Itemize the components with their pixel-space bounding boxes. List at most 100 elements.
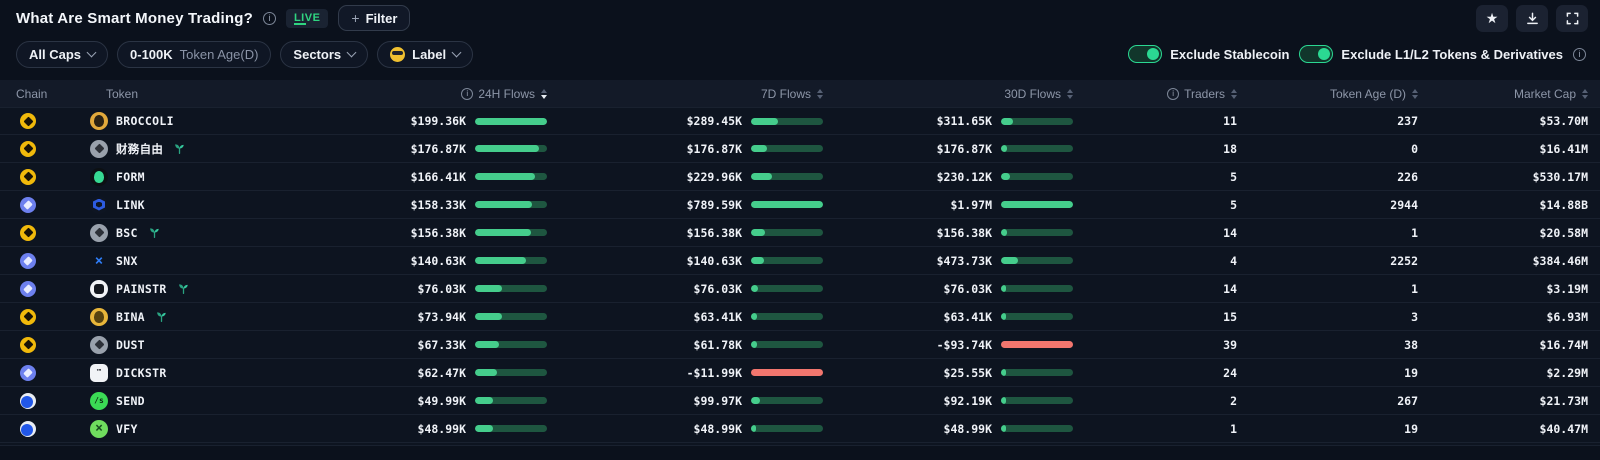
token-name: LINK (116, 198, 145, 212)
fullscreen-button[interactable] (1556, 5, 1588, 32)
token-age-filter-chip[interactable]: 0-100K Token Age(D) (117, 41, 271, 68)
table-row[interactable]: /sSEND$49.99K$99.97K$92.19K2267$21.73M (0, 387, 1600, 415)
table-row[interactable]: BROCCOLI$199.36K$289.45K$311.65K11237$53… (0, 107, 1600, 135)
exclude-l1l2-label: Exclude L1/L2 Tokens & Derivatives (1341, 47, 1563, 62)
smart-money-table: Chain Token i 24H Flows 7D Flows 30D Flo… (0, 80, 1600, 446)
favorite-button[interactable]: ★ (1476, 5, 1508, 32)
token-name: 财務自由 (116, 141, 163, 157)
token-cell[interactable]: ×SNX (90, 252, 360, 270)
token-icon: × (90, 420, 108, 438)
table-cutoff-row (0, 443, 1600, 446)
traders-value: 11 (1073, 114, 1237, 128)
flows-24h-value: $48.99K (418, 422, 466, 436)
flows-24h-cell: $156.38K (360, 226, 547, 240)
token-cell[interactable]: BROCCOLI (90, 112, 360, 130)
exclude-stablecoin-toggle[interactable] (1128, 45, 1162, 63)
sectors-filter-chip[interactable]: Sectors (280, 41, 368, 68)
download-button[interactable] (1516, 5, 1548, 32)
traders-value: 15 (1073, 310, 1237, 324)
flows-30d-value: $311.65K (937, 114, 992, 128)
flows-24h-cell: $140.63K (360, 254, 547, 268)
flows-30d-bar (1001, 257, 1073, 264)
flows-30d-bar (1001, 229, 1073, 236)
exclude-stablecoin-toggle-group[interactable]: Exclude Stablecoin (1128, 45, 1289, 63)
column-header-24h-flows[interactable]: i 24H Flows (360, 87, 547, 101)
traders-value: 5 (1073, 198, 1237, 212)
token-cell[interactable]: DUST (90, 336, 360, 354)
filter-button[interactable]: + Filter (338, 5, 410, 31)
market-cap-value: $20.58M (1418, 226, 1588, 240)
token-icon (90, 336, 108, 354)
market-cap-filter-chip[interactable]: All Caps (16, 41, 108, 68)
column-header-market-cap[interactable]: Market Cap (1418, 87, 1588, 101)
table-row[interactable]: BINA$73.94K$63.41K$63.41K153$6.93M (0, 303, 1600, 331)
chevron-down-icon (87, 48, 97, 58)
table-row[interactable]: ™DICKSTR$62.47K-$11.99K$25.55K2419$2.29M (0, 359, 1600, 387)
table-row[interactable]: ×VFY$48.99K$48.99K$48.99K119$40.47M (0, 415, 1600, 443)
token-cell[interactable]: ™DICKSTR (90, 364, 360, 382)
bnb-chain-icon (20, 337, 36, 353)
flows-24h-bar (475, 145, 547, 152)
flows-30d-value: $25.55K (944, 366, 992, 380)
token-cell[interactable]: ×VFY (90, 420, 360, 438)
title-info-icon[interactable]: i (263, 12, 276, 25)
flows-7d-bar (751, 229, 823, 236)
flows-30d-cell: $48.99K (823, 422, 1073, 436)
flows-24h-bar (475, 257, 547, 264)
new-token-sprout-icon (173, 142, 186, 155)
l1l2-info-icon[interactable]: i (1573, 48, 1586, 61)
table-row[interactable]: 财務自由$176.87K$176.87K$176.87K180$16.41M (0, 135, 1600, 163)
column-header-traders[interactable]: i Traders (1073, 87, 1237, 101)
star-icon: ★ (1486, 10, 1499, 27)
token-cell[interactable]: 财務自由 (90, 140, 360, 158)
flows-24h-bar (475, 397, 547, 404)
exclude-l1l2-toggle-group[interactable]: Exclude L1/L2 Tokens & Derivatives (1299, 45, 1563, 63)
column-header-7d-flows[interactable]: 7D Flows (547, 87, 823, 101)
chain-cell (0, 365, 90, 381)
flows-7d-bar (751, 397, 823, 404)
table-row[interactable]: FORM$166.41K$229.96K$230.12K5226$530.17M (0, 163, 1600, 191)
token-cell[interactable]: BSC (90, 224, 360, 242)
download-icon (1526, 12, 1539, 25)
topbar-actions: ★ (1476, 5, 1588, 32)
flows-30d-value: $176.87K (937, 142, 992, 156)
flows-24h-value: $76.03K (418, 282, 466, 296)
token-cell[interactable]: FORM (90, 168, 360, 186)
table-row[interactable]: DUST$67.33K$61.78K-$93.74K3938$16.74M (0, 331, 1600, 359)
market-cap-value: $3.19M (1418, 282, 1588, 296)
plus-icon: + (351, 10, 359, 26)
table-row[interactable]: ×SNX$140.63K$140.63K$473.73K42252$384.46… (0, 247, 1600, 275)
chain-cell (0, 225, 90, 241)
table-row[interactable]: PAINSTR$76.03K$76.03K$76.03K141$3.19M (0, 275, 1600, 303)
market-cap-value: $40.47M (1418, 422, 1588, 436)
flows-30d-value: $63.41K (944, 310, 992, 324)
flows-7d-cell: $156.38K (547, 226, 823, 240)
live-badge: LIVE (286, 9, 328, 28)
label-filter-chip[interactable]: Label (377, 41, 473, 68)
flows-7d-cell: $229.96K (547, 170, 823, 184)
token-cell[interactable]: LINK (90, 196, 360, 214)
flows-7d-value: $48.99K (694, 422, 742, 436)
bnb-chain-icon (20, 309, 36, 325)
flows-7d-value: $63.41K (694, 310, 742, 324)
token-cell[interactable]: PAINSTR (90, 280, 360, 298)
token-cell[interactable]: /sSEND (90, 392, 360, 410)
chain-cell (0, 113, 90, 129)
table-row[interactable]: LINK$158.33K$789.59K$1.97M52944$14.88B (0, 191, 1600, 219)
token-age-value: 3 (1237, 310, 1418, 324)
table-row[interactable]: BSC$156.38K$156.38K$156.38K141$20.58M (0, 219, 1600, 247)
token-age-value: 0 (1237, 142, 1418, 156)
market-cap-value: $530.17M (1418, 170, 1588, 184)
flows-7d-cell: -$11.99K (547, 366, 823, 380)
flows-24h-bar (475, 118, 547, 125)
column-header-token-age[interactable]: Token Age (D) (1237, 87, 1418, 101)
token-age-value: 226 (1237, 170, 1418, 184)
token-cell[interactable]: BINA (90, 308, 360, 326)
flows-24h-cell: $62.47K (360, 366, 547, 380)
exclude-l1l2-toggle[interactable] (1299, 45, 1333, 63)
flows-7d-value: $156.38K (687, 226, 742, 240)
bnb-chain-icon (20, 169, 36, 185)
chain-cell (0, 281, 90, 297)
column-header-30d-flows[interactable]: 30D Flows (823, 87, 1073, 101)
flows-7d-value: -$11.99K (687, 366, 742, 380)
